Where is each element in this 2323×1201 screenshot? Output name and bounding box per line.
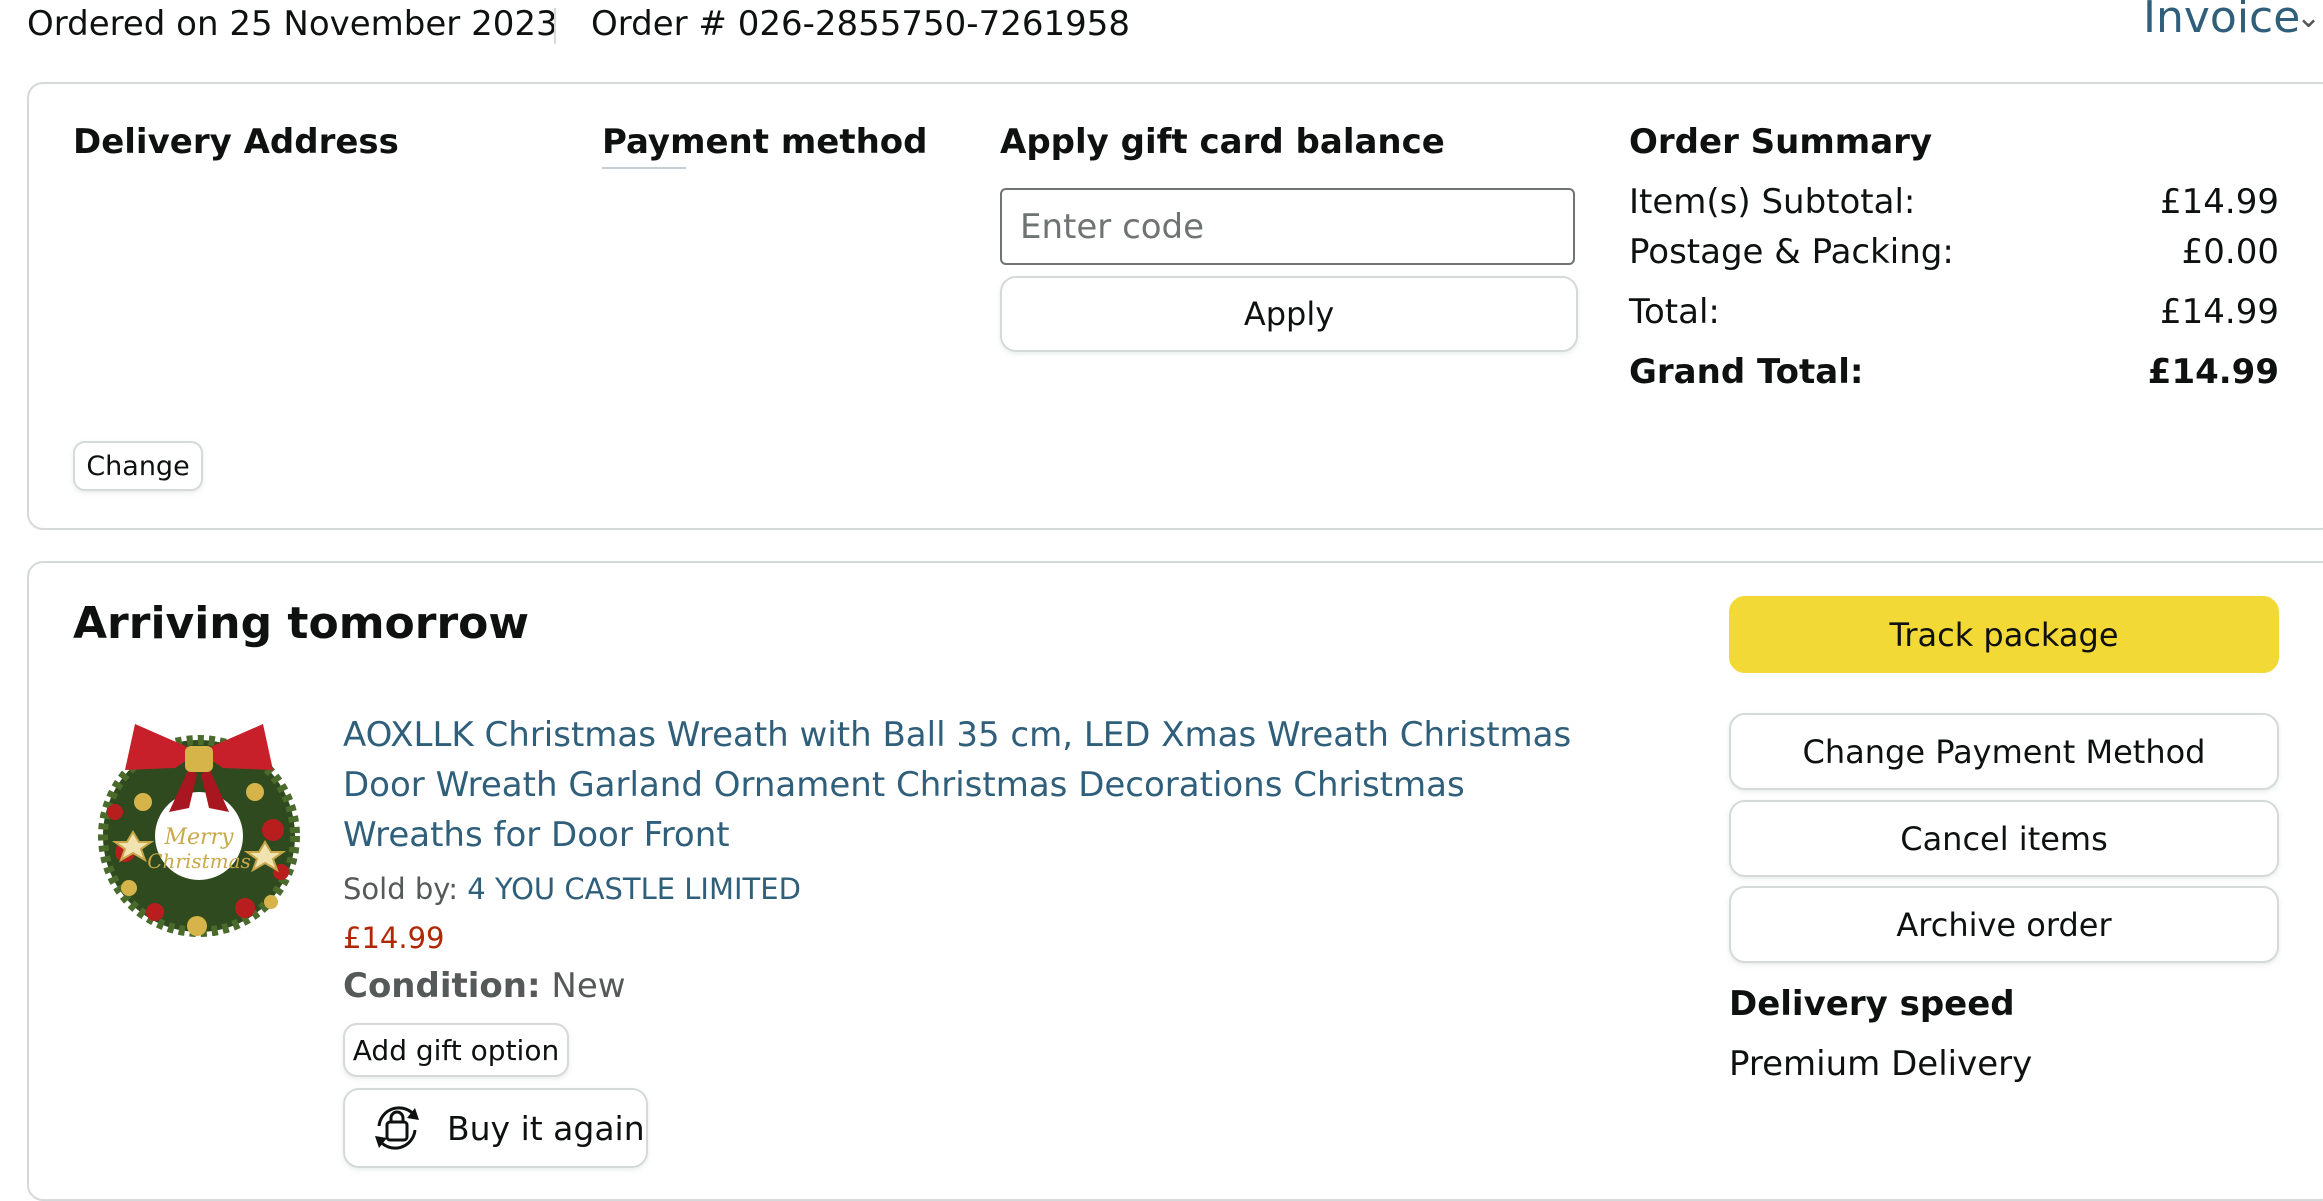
- gift-card-code-input[interactable]: [1000, 188, 1575, 265]
- gift-card-heading: Apply gift card balance: [1000, 122, 1445, 162]
- invoice-link[interactable]: Invoice: [2143, 0, 2300, 43]
- shipment-status-heading: Arriving tomorrow: [73, 598, 530, 649]
- delivery-speed-value: Premium Delivery: [1729, 1044, 2033, 1084]
- buy-again-icon: [375, 1106, 419, 1150]
- order-number: Order # 026-2855750-7261958: [591, 4, 1131, 44]
- archive-order-button[interactable]: Archive order: [1729, 886, 2279, 963]
- summary-label: Total:: [1629, 292, 1720, 332]
- wreath-text: Christmas: [147, 849, 251, 873]
- wreath-text: Merry: [163, 825, 234, 850]
- delivery-address-heading: Delivery Address: [73, 122, 399, 162]
- change-address-button[interactable]: Change: [73, 441, 203, 491]
- summary-label: Item(s) Subtotal:: [1629, 182, 1916, 222]
- chevron-down-icon[interactable]: ⌄: [2296, 0, 2321, 35]
- summary-row-grand-total: Grand Total: £14.99: [1629, 352, 2279, 392]
- buy-it-again-label: Buy it again: [447, 1108, 645, 1148]
- cancel-items-button[interactable]: Cancel items: [1729, 800, 2279, 877]
- summary-value: £14.99: [2160, 182, 2279, 222]
- summary-value: £0.00: [2181, 232, 2279, 272]
- summary-row-postage: Postage & Packing: £0.00: [1629, 232, 2279, 272]
- order-summary-heading: Order Summary: [1629, 122, 1933, 162]
- header-divider: [554, 8, 556, 44]
- summary-label: Grand Total:: [1629, 352, 1864, 392]
- delivery-speed-heading: Delivery speed: [1729, 984, 2015, 1024]
- payment-method-underline: [602, 167, 686, 169]
- summary-value: £14.99: [2147, 352, 2279, 392]
- summary-label: Postage & Packing:: [1629, 232, 1954, 272]
- summary-value: £14.99: [2160, 292, 2279, 332]
- apply-gift-card-button[interactable]: Apply: [1000, 276, 1578, 352]
- item-condition: Condition: New: [343, 966, 626, 1006]
- condition-label: Condition:: [343, 966, 541, 1006]
- sold-by: Sold by: 4 YOU CASTLE LIMITED: [343, 872, 801, 906]
- condition-value: New: [551, 966, 626, 1006]
- product-image[interactable]: Merry Christmas: [85, 712, 313, 940]
- add-gift-option-button[interactable]: Add gift option: [343, 1023, 569, 1077]
- seller-link[interactable]: 4 YOU CASTLE LIMITED: [467, 872, 801, 906]
- payment-method-heading[interactable]: Payment method: [602, 122, 928, 162]
- product-title-link[interactable]: AOXLLK Christmas Wreath with Ball 35 cm,…: [343, 710, 1603, 860]
- buy-it-again-button[interactable]: Buy it again: [343, 1088, 648, 1168]
- item-price: £14.99: [343, 921, 445, 955]
- order-date: Ordered on 25 November 2023: [27, 4, 558, 44]
- summary-row-subtotal: Item(s) Subtotal: £14.99: [1629, 182, 2279, 222]
- sold-by-label: Sold by:: [343, 872, 468, 906]
- summary-row-total: Total: £14.99: [1629, 292, 2279, 332]
- change-payment-method-button[interactable]: Change Payment Method: [1729, 713, 2279, 790]
- track-package-button[interactable]: Track package: [1729, 596, 2279, 673]
